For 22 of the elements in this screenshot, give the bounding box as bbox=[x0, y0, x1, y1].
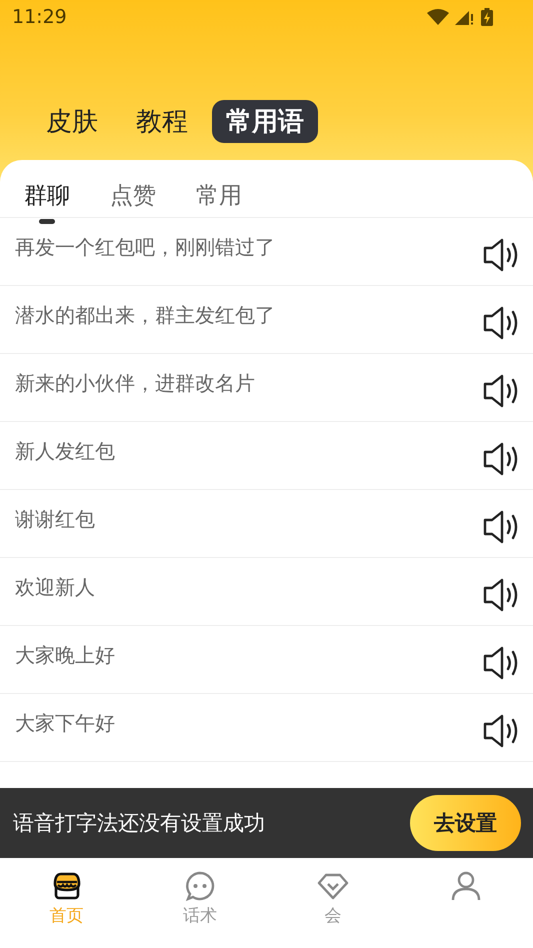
category-tab[interactable]: 教程 bbox=[122, 100, 202, 143]
notice-text: 语音打字法还没有设置成功 bbox=[13, 810, 265, 837]
chat-icon bbox=[184, 870, 216, 902]
category-tab[interactable]: 常用语 bbox=[212, 100, 318, 143]
phrase-text[interactable]: 谢谢红包 bbox=[15, 506, 95, 533]
phrase-text[interactable]: 新来的小伙伴，进群改名片 bbox=[15, 370, 255, 397]
phrase-text[interactable]: 再发一个红包吧，刚刚错过了 bbox=[15, 234, 275, 261]
signal-icon bbox=[455, 9, 475, 25]
status-time: 11:29 bbox=[12, 6, 67, 28]
phrase-text[interactable]: 欢迎新人 bbox=[15, 574, 95, 601]
phrase-text[interactable]: 新人发红包 bbox=[15, 438, 115, 465]
setup-button[interactable]: 去设置 bbox=[410, 795, 521, 851]
category-tab[interactable]: 皮肤 bbox=[32, 100, 112, 143]
phrase-text[interactable]: 大家下午好 bbox=[15, 710, 115, 737]
person-icon bbox=[450, 870, 482, 902]
shop-icon bbox=[50, 870, 83, 902]
battery-icon bbox=[481, 8, 493, 26]
phrase-text[interactable]: 大家晚上好 bbox=[15, 642, 115, 669]
phrase-tab[interactable]: 常用 bbox=[184, 176, 254, 220]
wifi-icon bbox=[427, 9, 449, 25]
phrase-text[interactable]: 潜水的都出来，群主发红包了 bbox=[15, 302, 275, 329]
phrase-tab[interactable]: 点赞 bbox=[98, 176, 168, 220]
